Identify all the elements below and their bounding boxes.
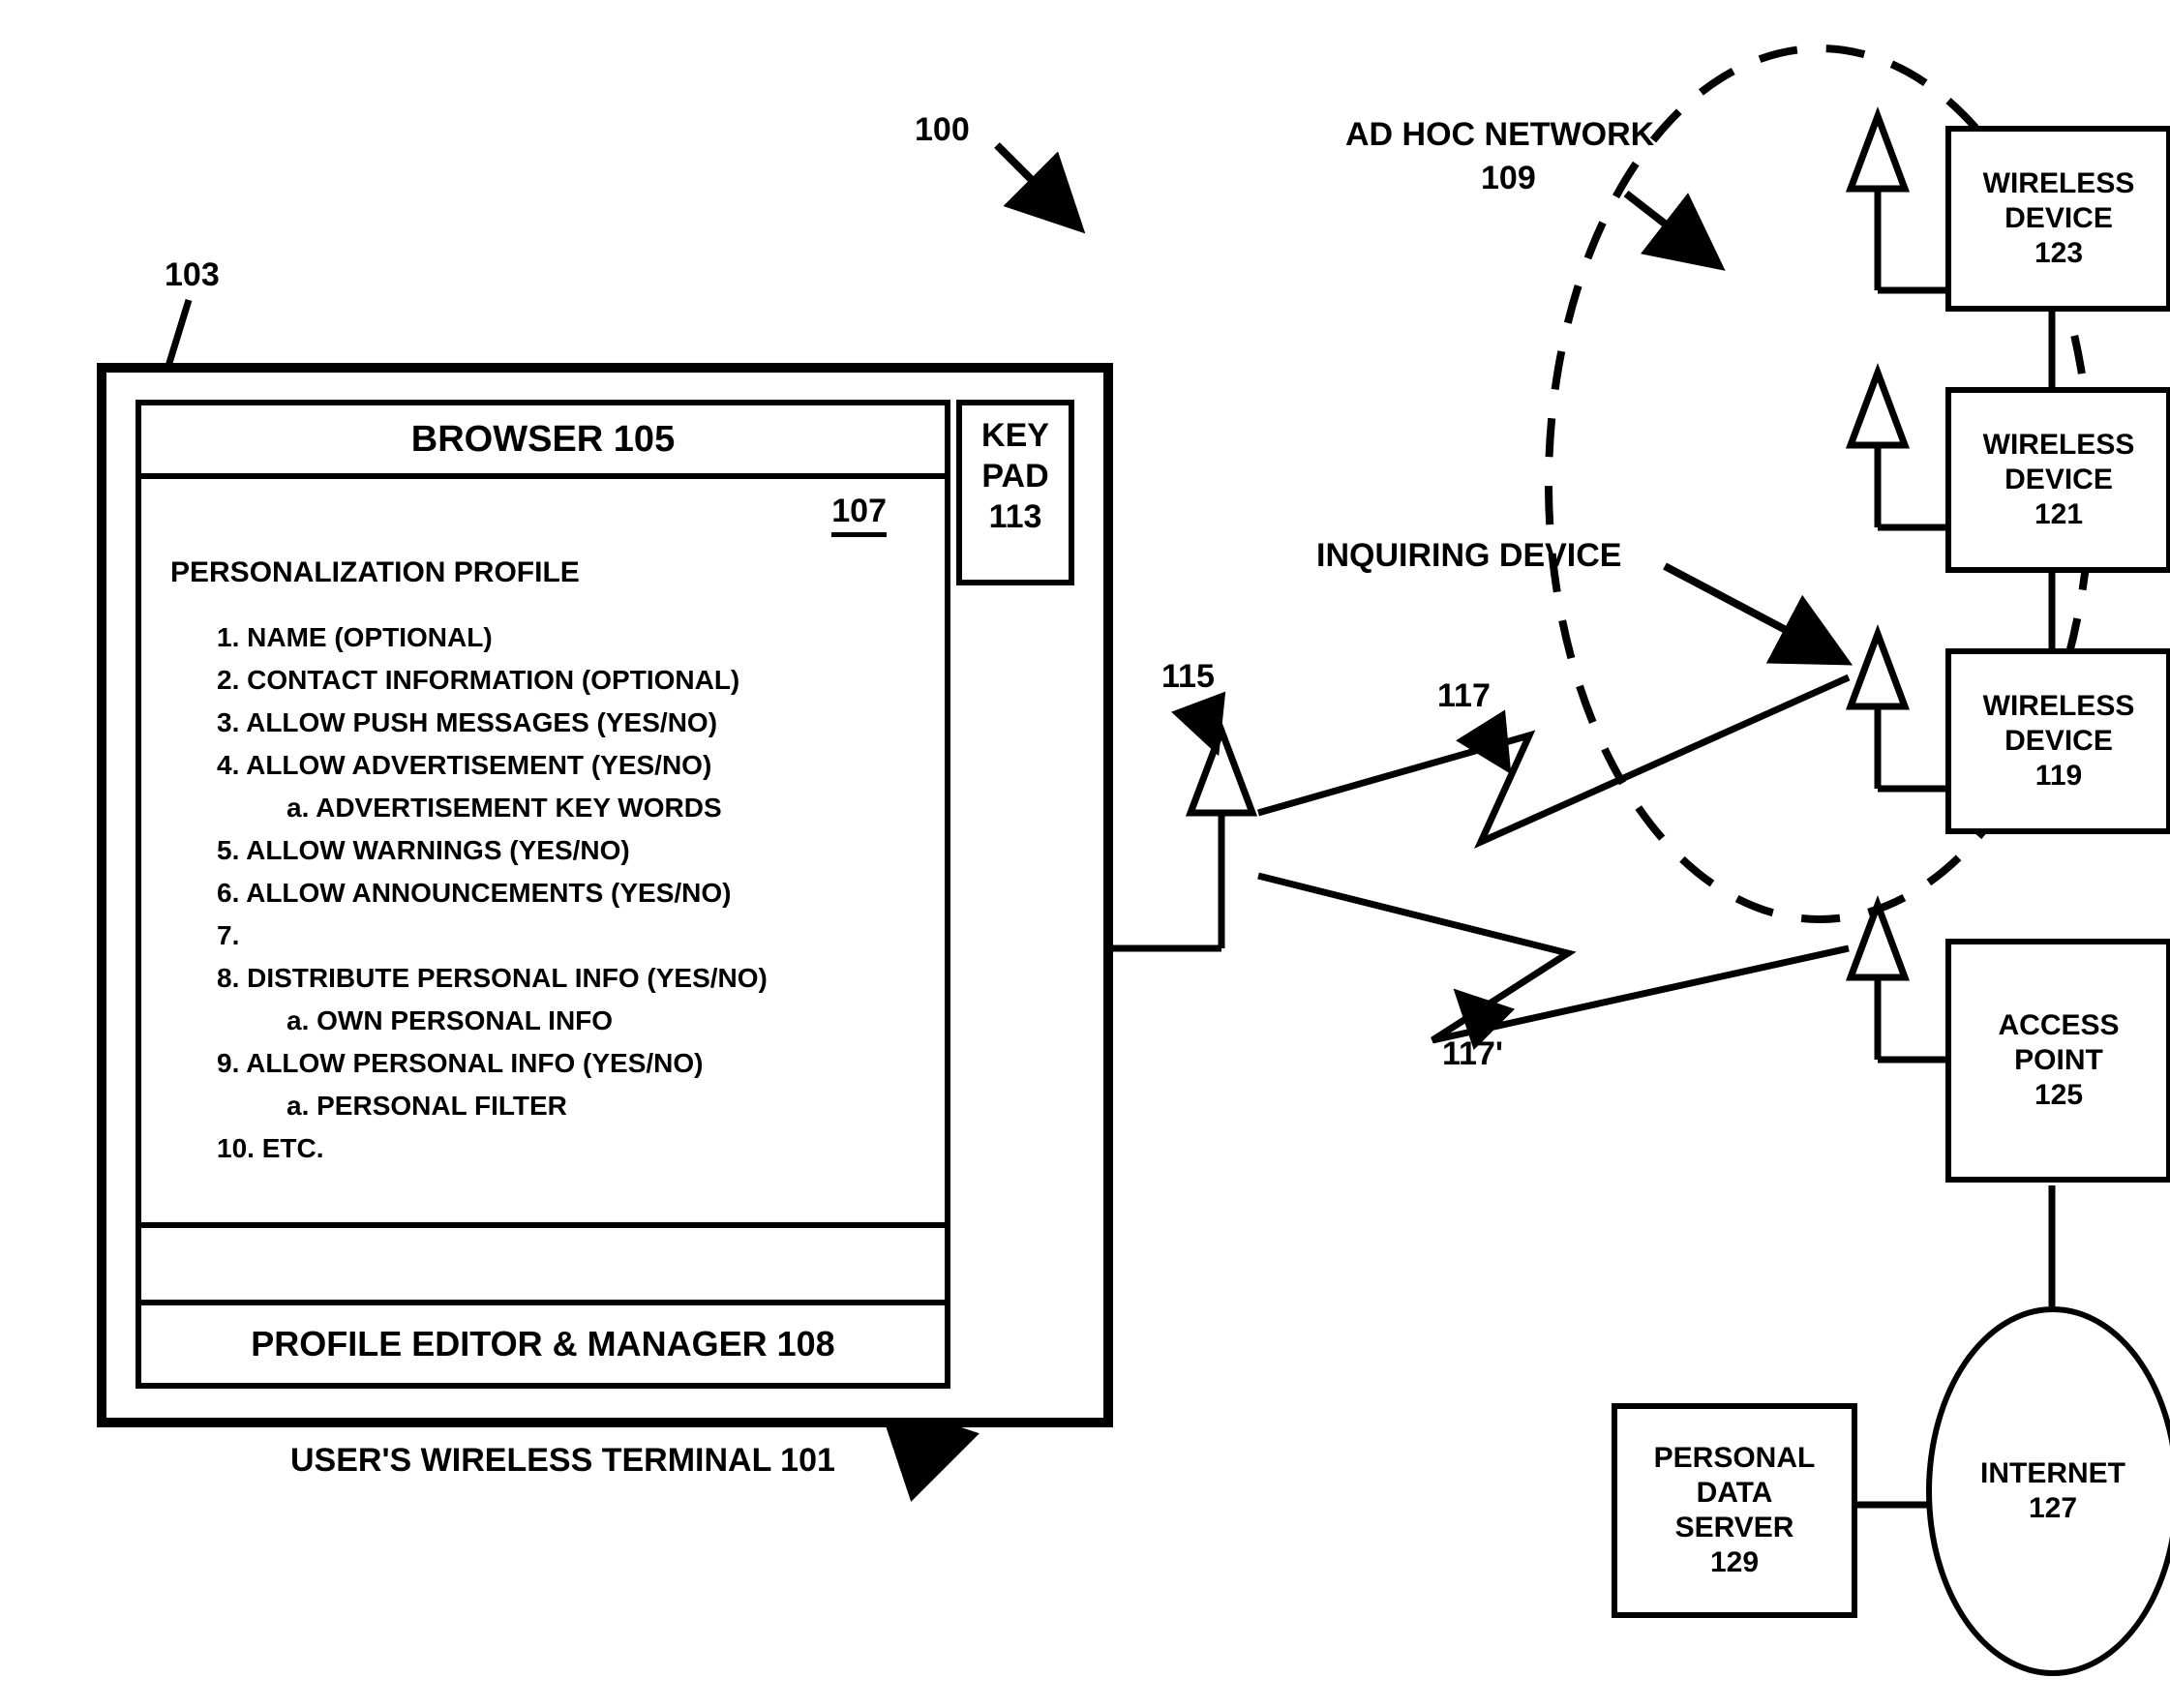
- device-ref: 125: [1957, 1078, 2160, 1113]
- ref-115: 115: [1161, 658, 1215, 696]
- personal-data-server-129: PERSONAL DATA SERVER 129: [1612, 1403, 1857, 1618]
- profile-item: 6. ALLOW ANNOUNCEMENTS (YES/NO): [170, 872, 916, 914]
- profile-item: 7.: [170, 914, 916, 957]
- profile-heading: PERSONALIZATION PROFILE: [170, 556, 916, 589]
- device-label: ACCESS: [1957, 1008, 2160, 1043]
- profile-editor-bar: PROFILE EDITOR & MANAGER 108: [141, 1305, 945, 1383]
- antenna-123: [1851, 116, 1945, 290]
- user-wireless-terminal: BROWSER 105 107 PERSONALIZATION PROFILE …: [97, 363, 1113, 1427]
- ref-inquiring-device: INQUIRING DEVICE: [1316, 537, 1621, 575]
- device-label: DEVICE: [1957, 201, 2160, 236]
- profile-item: 2. CONTACT INFORMATION (OPTIONAL): [170, 659, 916, 702]
- device-ref: 119: [1957, 759, 2160, 794]
- wireless-device-119: WIRELESS DEVICE 119: [1945, 648, 2170, 834]
- antenna-119: [1851, 634, 1945, 789]
- terminal-caption: USER'S WIRELESS TERMINAL 101: [290, 1442, 835, 1480]
- profile-item: 10. ETC.: [170, 1127, 916, 1170]
- device-label: WIRELESS: [1957, 428, 2160, 463]
- device-ref: 123: [1957, 236, 2160, 271]
- browser-title: BROWSER 105: [141, 405, 945, 479]
- link-117: [1258, 677, 1849, 842]
- diagram-canvas: 100 103 AD HOC NETWORK 109 115 117 117' …: [0, 0, 2170, 1708]
- ref-adhoc-title: AD HOC NETWORK: [1345, 116, 1654, 154]
- internet-ref: 127: [2029, 1491, 2077, 1526]
- profile-list: 1. NAME (OPTIONAL)2. CONTACT INFORMATION…: [170, 616, 916, 1170]
- profile-item: a. PERSONAL FILTER: [170, 1085, 916, 1127]
- ref-117p: 117': [1442, 1035, 1503, 1073]
- device-label: DEVICE: [1957, 724, 2160, 759]
- profile-item: 1. NAME (OPTIONAL): [170, 616, 916, 659]
- profile-item: 8. DISTRIBUTE PERSONAL INFO (YES/NO): [170, 957, 916, 1000]
- profile-item: a. ADVERTISEMENT KEY WORDS: [170, 787, 916, 829]
- profile-item: 4. ALLOW ADVERTISEMENT (YES/NO): [170, 744, 916, 787]
- device-label: DATA: [1623, 1476, 1846, 1511]
- browser-window: BROWSER 105 107 PERSONALIZATION PROFILE …: [136, 400, 950, 1389]
- device-label: PERSONAL: [1623, 1441, 1846, 1476]
- internet-label: INTERNET: [1980, 1456, 2125, 1491]
- ref-117: 117: [1437, 677, 1491, 715]
- keypad[interactable]: KEY PAD 113: [956, 400, 1074, 585]
- profile-item: 3. ALLOW PUSH MESSAGES (YES/NO): [170, 702, 916, 744]
- device-label: POINT: [1957, 1043, 2160, 1078]
- device-label: SERVER: [1623, 1511, 1846, 1545]
- profile-item: 5. ALLOW WARNINGS (YES/NO): [170, 829, 916, 872]
- wireless-device-121: WIRELESS DEVICE 121: [1945, 387, 2170, 573]
- antenna-access-point: [1851, 905, 1945, 1060]
- internet-127: INTERNET 127: [1926, 1306, 2170, 1676]
- ref-109: 109: [1481, 160, 1536, 197]
- wireless-device-123: WIRELESS DEVICE 123: [1945, 126, 2170, 312]
- keypad-line2: PAD: [962, 456, 1069, 496]
- keypad-line1: KEY: [962, 415, 1069, 456]
- keypad-line3: 113: [962, 496, 1069, 537]
- ref-103: 103: [165, 256, 220, 294]
- device-label: WIRELESS: [1957, 689, 2160, 724]
- device-ref: 121: [1957, 497, 2160, 532]
- antenna-121: [1851, 373, 1945, 527]
- device-ref: 129: [1623, 1545, 1846, 1580]
- profile-item: 9. ALLOW PERSONAL INFO (YES/NO): [170, 1042, 916, 1085]
- ref-100: 100: [915, 111, 970, 149]
- profile-item: a. OWN PERSONAL INFO: [170, 1000, 916, 1042]
- access-point-125: ACCESS POINT 125: [1945, 939, 2170, 1183]
- browser-content: PERSONALIZATION PROFILE 1. NAME (OPTIONA…: [141, 479, 945, 1170]
- device-label: DEVICE: [1957, 463, 2160, 497]
- antenna-115: [1190, 731, 1252, 948]
- device-label: WIRELESS: [1957, 166, 2160, 201]
- link-117p: [1258, 876, 1849, 1040]
